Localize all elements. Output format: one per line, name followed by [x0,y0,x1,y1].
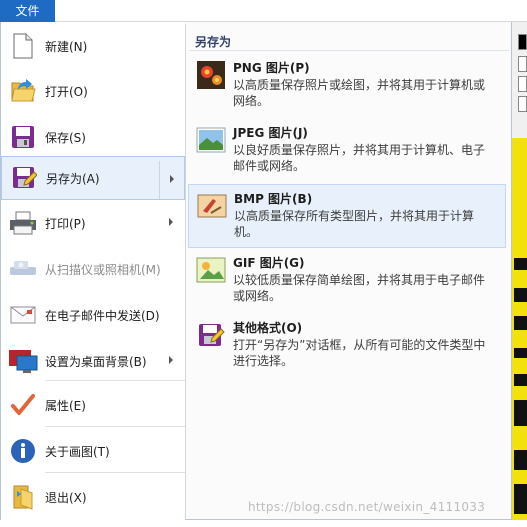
watermark-text: https://blog.csdn.net/weixin_4111033 [248,500,486,514]
panel-title-separator [189,50,509,51]
desktop-background-icon [1,338,45,384]
exit-door-icon [1,474,45,520]
menu-item-save[interactable]: 保存(S) [1,114,185,160]
menu-item-label: 退出(X) [45,490,87,505]
format-option-gif[interactable]: GIF 图片(G) 以较低质量保存简单绘图，并将其用于电子邮件或网络。 [188,249,506,313]
bmp-brush-icon [197,191,227,221]
menu-item-label: 设置为桌面背景(B) [45,354,147,369]
color-swatch[interactable] [518,76,527,92]
file-menu: 新建(N) 打开(O) 保存(S) 另存为(A) 打印(P) 从扫描仪或照相机(… [0,22,512,520]
menu-item-label: 关于画图(T) [45,444,110,459]
save-as-panel-title: 另存为 [195,35,232,49]
menu-item-print[interactable]: 打印(P) [1,200,185,246]
open-folder-icon [1,68,45,114]
png-flower-icon [196,60,226,90]
format-description: 以高质量保存所有类型图片，并将其用于计算机。 [234,209,475,239]
format-title: PNG 图片(P) [233,61,310,75]
format-description: 以较低质量保存简单绘图，并将其用于电子邮件或网络。 [233,273,486,303]
menu-separator [45,472,185,473]
submenu-arrow-icon[interactable] [169,218,173,226]
info-icon [1,428,45,474]
menu-item-label: 在电子邮件中发送(D) [45,308,160,323]
scanner-camera-icon [1,246,45,292]
menu-item-wallpaper[interactable]: 设置为桌面背景(B) [1,338,185,384]
format-option-jpeg[interactable]: JPEG 图片(J) 以良好质量保存照片，并将其用于计算机、电子邮件或网络。 [188,119,506,183]
other-formats-icon [196,320,226,350]
file-tab[interactable]: 文件 [0,0,55,22]
format-option-other[interactable]: 其他格式(O) 打开“另存为”对话框，从所有可能的文件类型中进行选择。 [188,314,506,378]
menu-item-about[interactable]: 关于画图(T) [1,428,185,474]
window-bottom-edge [0,520,527,527]
color-swatch[interactable] [518,96,527,112]
submenu-arrow-icon[interactable] [169,356,173,364]
menu-item-exit[interactable]: 退出(X) [1,474,185,520]
gif-shapes-icon [196,255,226,285]
save-as-icon [2,155,46,201]
menu-separator [45,426,185,427]
menu-item-open[interactable]: 打开(O) [1,68,185,114]
format-description: 以良好质量保存照片，并将其用于计算机、电子邮件或网络。 [233,143,486,173]
menu-item-label: 保存(S) [45,130,86,145]
canvas-image [512,138,527,527]
column-divider [185,24,186,518]
menu-item-label: 打开(O) [45,84,88,99]
format-description: 打开“另存为”对话框，从所有可能的文件类型中进行选择。 [233,338,486,368]
format-option-png[interactable]: PNG 图片(P) 以高质量保存照片或绘图，并将其用于计算机或网络。 [188,54,506,118]
format-title: 其他格式(O) [233,321,303,335]
color-swatch[interactable] [518,56,527,72]
menu-item-label: 从扫描仪或照相机(M) [45,262,161,277]
menu-item-properties[interactable]: 属性(E) [1,382,185,428]
format-title: BMP 图片(B) [234,192,313,206]
menu-separator [45,380,185,381]
menu-item-label: 打印(P) [45,216,86,231]
format-option-bmp[interactable]: BMP 图片(B) 以高质量保存所有类型图片，并将其用于计算机。 [188,184,506,248]
menu-item-label: 另存为(A) [46,171,100,186]
format-title: JPEG 图片(J) [233,126,308,140]
menu-left-column: 新建(N) 打开(O) 保存(S) 另存为(A) 打印(P) 从扫描仪或照相机(… [1,22,185,520]
menu-item-save-as[interactable]: 另存为(A) [1,156,185,200]
menu-item-label: 属性(E) [45,398,86,413]
jpeg-landscape-icon [196,125,226,155]
save-disk-icon [1,114,45,160]
color-swatch[interactable] [518,34,527,50]
printer-icon [1,200,45,246]
submenu-split [159,161,160,199]
menu-item-scanner[interactable]: 从扫描仪或照相机(M) [1,246,185,292]
new-document-icon [1,23,45,69]
email-envelope-icon [1,292,45,338]
format-title: GIF 图片(G) [233,256,305,270]
ribbon-tab-bar: 文件 [0,0,527,22]
menu-item-label: 新建(N) [45,39,88,54]
submenu-arrow-icon[interactable] [170,175,174,183]
checkmark-icon [1,382,45,428]
menu-item-email[interactable]: 在电子邮件中发送(D) [1,292,185,338]
format-description: 以高质量保存照片或绘图，并将其用于计算机或网络。 [233,78,486,108]
menu-item-new[interactable]: 新建(N) [1,23,185,69]
